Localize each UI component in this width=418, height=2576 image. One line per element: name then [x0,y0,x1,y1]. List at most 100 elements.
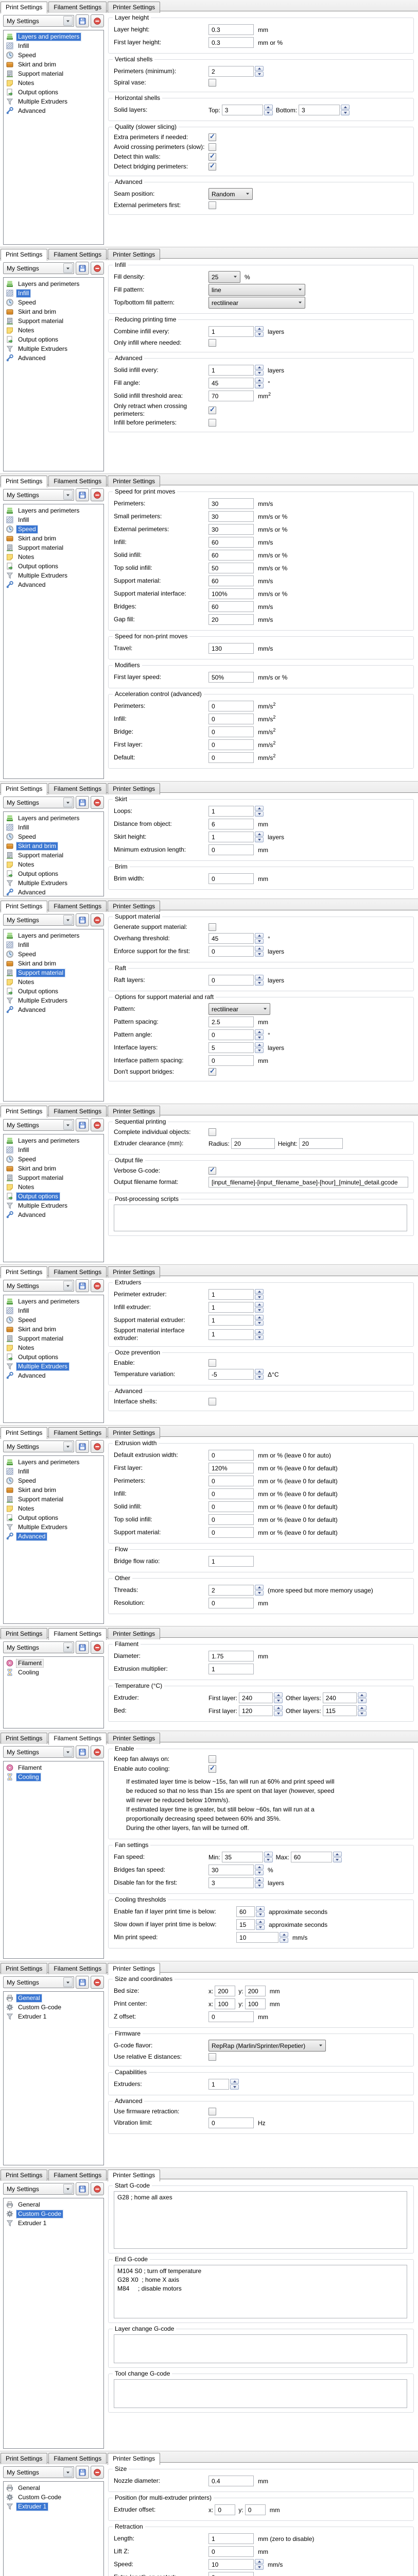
save-preset-button[interactable] [76,2466,89,2479]
spin-down-icon[interactable] [255,1295,264,1300]
sidebar-item-infill[interactable]: Infill [5,515,102,524]
bed-first-layer-spinner[interactable] [274,1705,283,1716]
infill-extruder-input[interactable]: 1 [208,1302,254,1313]
tab-printer-settings[interactable]: Printer Settings [108,249,160,260]
enforce-support-for-the-first-input[interactable]: 0 [208,946,254,957]
z-offset-input[interactable]: 0 [208,2011,254,2022]
infill-input[interactable]: 0 [208,1488,254,1499]
skirt-height-spinner[interactable] [255,832,264,842]
sidebar-item-speed[interactable]: Speed [5,50,102,60]
sidebar-item-output-options[interactable]: Output options [5,1192,102,1201]
pattern-angle-input[interactable]: 0 [208,1029,254,1040]
spin-up-icon[interactable] [358,1705,367,1710]
preset-select[interactable]: My Settings [3,15,74,27]
bed-other-layers-input[interactable]: 115 [323,1705,357,1716]
sidebar-item-output-options[interactable]: Output options [5,335,102,344]
spin-up-icon[interactable] [255,1585,264,1590]
spin-up-icon[interactable] [255,975,264,980]
delete-preset-button[interactable] [91,262,104,275]
tab-printer-settings[interactable]: Printer Settings [108,2,160,13]
spin-down-icon[interactable] [255,2565,264,2570]
solid-infill-input[interactable]: 60 [208,550,254,561]
spin-up-icon[interactable] [255,1289,264,1294]
tab-filament-settings[interactable]: Filament Settings [48,476,107,487]
distance-from-object-input[interactable]: 6 [208,819,254,829]
use-firmware-retraction-checkbox[interactable] [208,2108,216,2115]
only-infill-where-needed-checkbox[interactable] [208,339,216,347]
infill-input[interactable]: 0 [208,714,254,724]
solid-infill-threshold-area-input[interactable]: 70 [208,391,254,401]
sidebar-item-infill[interactable]: Infill [5,940,102,950]
interface-layers-spinner[interactable] [255,1042,264,1053]
gap-fill-input[interactable]: 20 [208,614,254,625]
tab-print-settings[interactable]: Print Settings [1,901,47,912]
tab-printer-settings[interactable]: Printer Settings [108,1733,160,1744]
tab-print-settings[interactable]: Print Settings [1,2,47,13]
delete-preset-button[interactable] [91,1440,104,1453]
infill-before-perimeters-checkbox[interactable] [208,419,216,427]
output-filename-format-input[interactable]: [input_filename]-[input_filename_base]-[… [208,1177,408,1188]
sidebar-item-layers-and-perimeters[interactable]: Layers and perimeters [5,32,102,41]
support-material-extruder-input[interactable]: 1 [208,1315,254,1326]
sidebar-item-layers-and-perimeters[interactable]: Layers and perimeters [5,1297,102,1306]
tab-printer-settings[interactable]: Printer Settings [108,1427,160,1438]
spin-up-icon[interactable] [264,1852,273,1857]
tab-printer-settings[interactable]: Printer Settings [108,2170,160,2181]
temperature-variation-input[interactable]: -5 [208,1369,254,1380]
extruder-first-layer-spinner[interactable] [274,1692,283,1703]
sidebar-item-speed[interactable]: Speed [5,524,102,534]
delete-preset-button[interactable] [91,913,104,926]
top-bottom-fill-pattern-select[interactable]: rectilinear [208,297,305,309]
verbose-g-code-checkbox[interactable] [208,1167,216,1175]
layer-change-g-code-textarea[interactable] [114,2334,407,2363]
tab-print-settings[interactable]: Print Settings [1,2453,47,2464]
spin-down-icon[interactable] [274,1711,283,1716]
tab-print-settings[interactable]: Print Settings [1,1427,47,1439]
spin-up-icon[interactable] [255,1329,264,1334]
spin-down-icon[interactable] [230,2084,239,2090]
tab-print-settings[interactable]: Print Settings [1,1963,47,1974]
sidebar-item-filament[interactable]: Filament [5,1658,102,1668]
sidebar-item-skirt-and-brim[interactable]: Skirt and brim [5,307,102,316]
spin-down-icon[interactable] [280,1938,288,1943]
preset-select[interactable]: My Settings [3,1641,74,1653]
spin-up-icon[interactable] [358,1692,367,1698]
fill-angle-spinner[interactable] [255,378,264,388]
tab-filament-settings[interactable]: Filament Settings [48,783,107,794]
support-material-interface-extruder-input[interactable]: 1 [208,1329,254,1340]
bed-size-y-input[interactable]: 200 [245,1986,266,1996]
post-processing-scripts-textarea[interactable] [114,1205,407,1231]
spin-down-icon[interactable] [255,939,264,944]
tab-filament-settings[interactable]: Filament Settings [48,1266,107,1278]
top-solid-infill-input[interactable]: 50 [208,563,254,573]
avoid-crossing-perimeters-slow-checkbox[interactable] [208,143,216,151]
tab-filament-settings[interactable]: Filament Settings [48,1733,107,1744]
tab-print-settings[interactable]: Print Settings [1,1628,47,1639]
sidebar-item-cooling[interactable]: Cooling [5,1668,102,1677]
spin-up-icon[interactable] [255,1302,264,1307]
delete-preset-button[interactable] [91,1279,104,1292]
lift-z-input[interactable]: 0 [208,2546,254,2557]
speed-input[interactable]: 10 [208,2559,254,2570]
preset-select[interactable]: My Settings [3,796,74,808]
spin-down-icon[interactable] [341,110,350,115]
sidebar-item-advanced[interactable]: Advanced [5,1371,102,1380]
solid-layers-bottom-spinner[interactable] [341,105,350,115]
spin-down-icon[interactable] [255,1883,264,1888]
default-input[interactable]: 0 [208,752,254,763]
sidebar-item-advanced[interactable]: Advanced [5,1005,102,1014]
pattern-select[interactable]: rectilinear [208,1003,270,1015]
first-layer-input[interactable]: 0 [208,739,254,750]
start-g-code-textarea[interactable]: G28 ; home all axes [114,2191,407,2249]
extruder-first-layer-input[interactable]: 240 [239,1692,273,1703]
brim-width-input[interactable]: 0 [208,873,254,884]
extruder-other-layers-input[interactable]: 240 [323,1692,357,1703]
delete-preset-button[interactable] [91,796,104,809]
tab-print-settings[interactable]: Print Settings [1,249,47,261]
default-extrusion-width-input[interactable]: 0 [208,1450,254,1461]
perimeters-input[interactable]: 30 [208,498,254,509]
overhang-threshold-spinner[interactable] [255,933,264,944]
sidebar-item-skirt-and-brim[interactable]: Skirt and brim [5,1485,102,1495]
spin-up-icon[interactable] [274,1705,283,1710]
sidebar-item-general[interactable]: General [5,2200,102,2209]
